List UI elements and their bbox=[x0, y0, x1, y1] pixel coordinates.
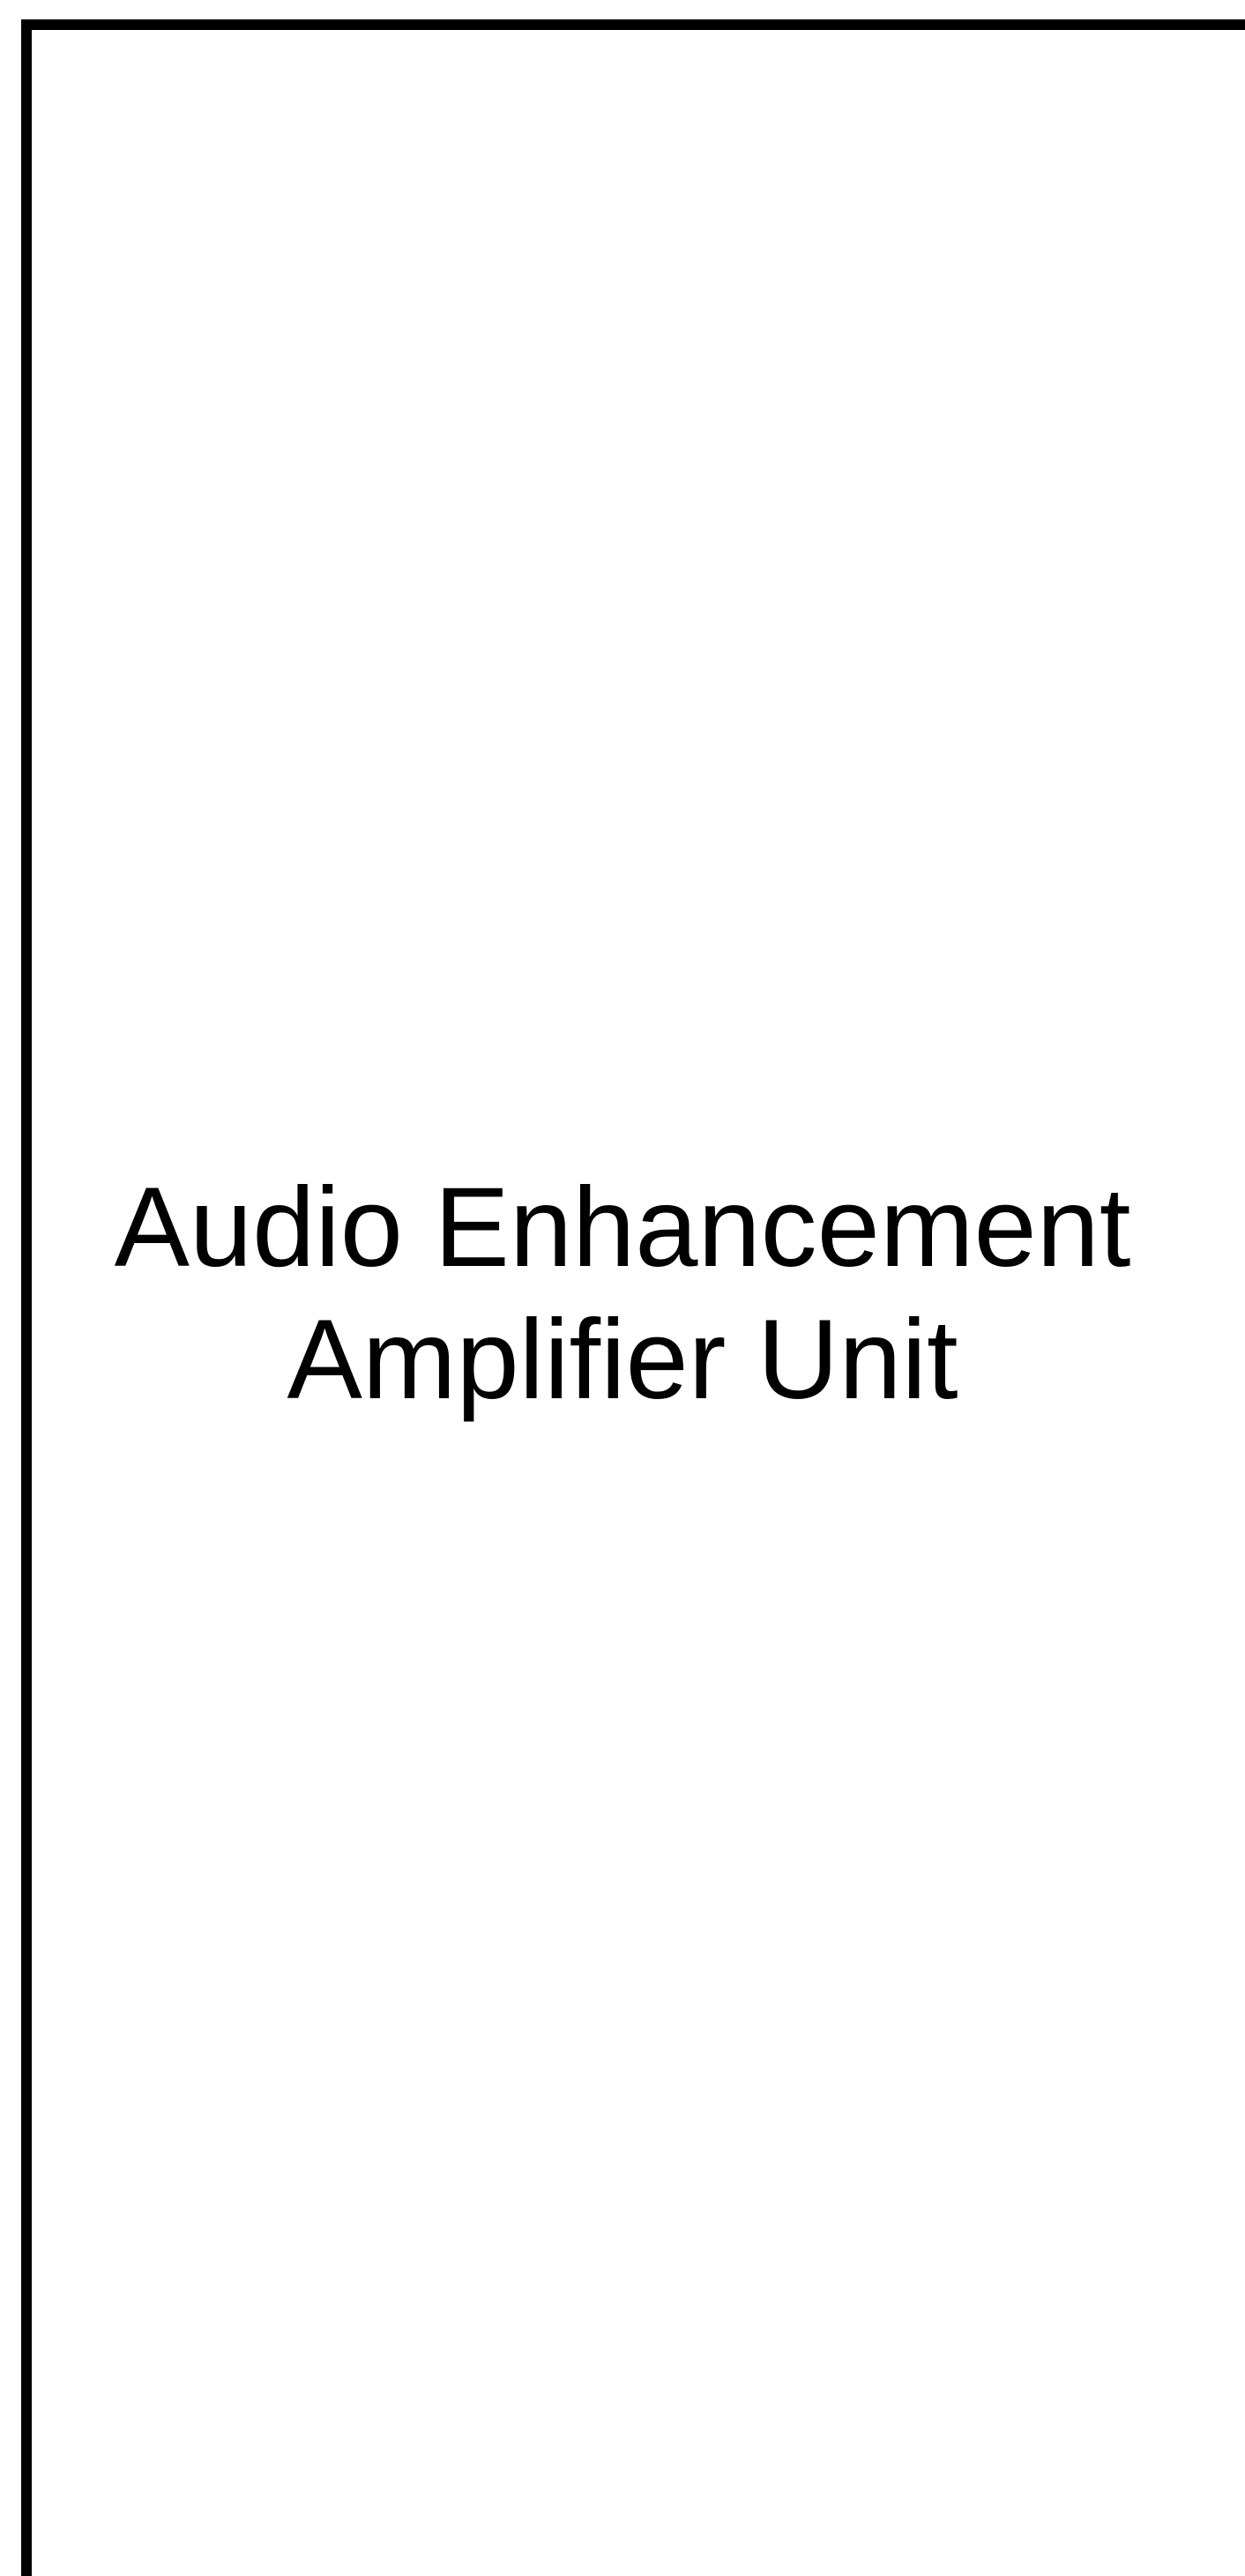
block-label-line-2: Amplifier Unit bbox=[287, 1297, 958, 1423]
block-label: Audio Enhancement Amplifier Unit bbox=[32, 1162, 1213, 1426]
block-label-line-1: Audio Enhancement bbox=[114, 1165, 1131, 1291]
